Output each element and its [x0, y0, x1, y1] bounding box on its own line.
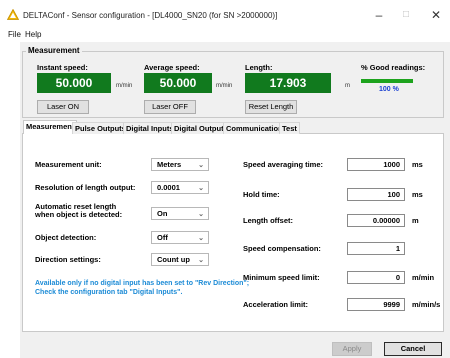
chevron-down-icon: ⌄: [198, 162, 204, 169]
speed-compensation-label: Speed compensation:: [243, 244, 321, 253]
apply-button[interactable]: Apply: [332, 342, 372, 356]
good-readings-label: % Good readings:: [361, 63, 426, 72]
length-unit: m: [345, 83, 350, 89]
close-button[interactable]: ✕: [425, 6, 447, 24]
speed-averaging-time-field[interactable]: 1000: [347, 158, 405, 171]
object-detection-label: Object detection:: [35, 233, 97, 242]
measurement-unit-label: Measurement unit:: [35, 160, 102, 169]
good-readings-percent: 100 %: [379, 86, 399, 93]
speed-compensation-field[interactable]: 1: [347, 242, 405, 255]
maximize-button[interactable]: □: [395, 6, 417, 24]
laser-on-button[interactable]: Laser ON: [37, 100, 89, 114]
menu-file[interactable]: File: [8, 30, 21, 39]
tab-digital-inputs[interactable]: Digital Inputs: [123, 122, 177, 134]
hold-time-field[interactable]: 100: [347, 188, 405, 201]
minimize-button[interactable]: –: [368, 6, 390, 24]
speed-averaging-time-unit: ms: [412, 160, 423, 169]
acceleration-limit-unit: m/min/s: [412, 300, 441, 309]
length-offset-field[interactable]: 0.00000: [347, 214, 405, 227]
acceleration-limit-field[interactable]: 9999: [347, 298, 405, 311]
direction-settings-select[interactable]: Count up ⌄: [151, 253, 209, 266]
direction-settings-value: Count up: [157, 255, 190, 264]
tab-communication[interactable]: Communication: [223, 122, 286, 134]
hold-time-unit: ms: [412, 190, 423, 199]
tab-measurement[interactable]: Measurement: [23, 120, 78, 134]
measurement-unit-value: Meters: [157, 160, 182, 169]
length-label: Length:: [245, 63, 273, 72]
hold-time-label: Hold time:: [243, 190, 280, 199]
chevron-down-icon: ⌄: [198, 235, 204, 242]
cancel-button[interactable]: Cancel: [384, 342, 442, 356]
chevron-down-icon: ⌄: [198, 211, 204, 218]
minimum-speed-limit-unit: m/min: [412, 273, 435, 282]
average-speed-display: 50.000: [144, 73, 212, 93]
minimum-speed-limit-label: Minimum speed limit:: [243, 273, 320, 282]
length-display: 17.903: [245, 73, 331, 93]
direction-note-line1: Available only if no digital input has b…: [35, 280, 250, 287]
chevron-down-icon: ⌄: [198, 185, 204, 192]
auto-reset-label-line2: when object is detected:: [35, 210, 123, 219]
resolution-value: 0.0001: [157, 183, 180, 192]
minimum-speed-limit-field[interactable]: 0: [347, 271, 405, 284]
object-detection-select[interactable]: Off ⌄: [151, 231, 209, 244]
instant-speed-label: Instant speed:: [37, 63, 88, 72]
warning-triangle-icon: [7, 9, 19, 20]
measurement-unit-select[interactable]: Meters ⌄: [151, 158, 209, 171]
measurement-group-title: Measurement: [26, 46, 82, 55]
good-readings-progress: [361, 79, 413, 83]
object-detection-value: Off: [157, 233, 168, 242]
resolution-select[interactable]: 0.0001 ⌄: [151, 181, 209, 194]
average-speed-unit: m/min: [216, 83, 233, 89]
direction-note-line2: Check the configuration tab "Digital Inp…: [35, 289, 183, 296]
instant-speed-display: 50.000: [37, 73, 111, 93]
auto-reset-select[interactable]: On ⌄: [151, 207, 209, 220]
good-readings-track: [361, 79, 413, 83]
tab-digital-outputs[interactable]: Digital Outputs: [171, 122, 231, 134]
direction-settings-label: Direction settings:: [35, 255, 101, 264]
reset-length-button[interactable]: Reset Length: [245, 100, 297, 114]
window-title: DELTAConf - Sensor configuration - [DL40…: [23, 11, 278, 20]
laser-off-button[interactable]: Laser OFF: [144, 100, 196, 114]
resolution-label: Resolution of length output:: [35, 183, 136, 192]
acceleration-limit-label: Acceleration limit:: [243, 300, 309, 309]
chevron-down-icon: ⌄: [198, 257, 204, 264]
speed-averaging-time-label: Speed averaging time:: [243, 160, 324, 169]
menu-help[interactable]: Help: [25, 30, 41, 39]
average-speed-label: Average speed:: [144, 63, 200, 72]
tab-test[interactable]: Test: [279, 122, 300, 134]
tab-pulse-outputs[interactable]: Pulse Outputs: [72, 122, 129, 134]
auto-reset-value: On: [157, 209, 168, 218]
length-offset-label: Length offset:: [243, 216, 293, 225]
menu-bar: [0, 28, 450, 42]
length-offset-unit: m: [412, 216, 419, 225]
instant-speed-unit: m/min: [116, 83, 133, 89]
